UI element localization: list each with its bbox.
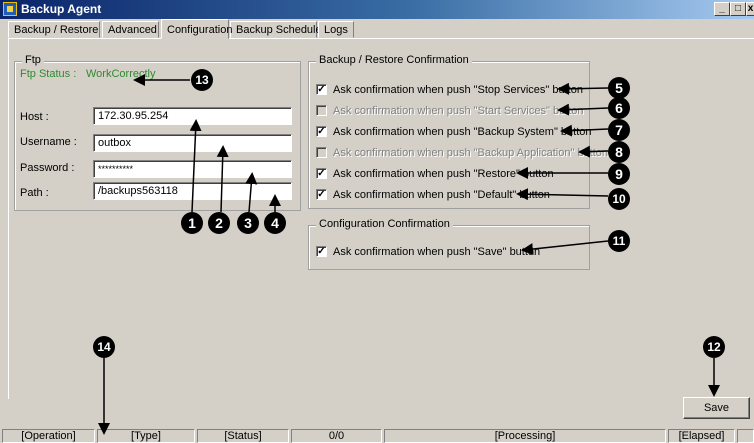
save-button[interactable]: Save	[683, 397, 750, 419]
password-input[interactable]: **********	[93, 160, 292, 178]
ftp-group: Ftp Ftp Status : WorkCorrectly Host : 17…	[14, 54, 301, 211]
check-icon: ✓	[317, 84, 326, 95]
tab-configuration[interactable]: Configuration	[161, 19, 232, 39]
checkbox-box[interactable]: ✓	[316, 189, 327, 200]
password-label: Password :	[20, 162, 75, 174]
checkbox-box[interactable]: ✓	[316, 126, 327, 137]
check-icon: ✓	[317, 189, 326, 200]
configuration-confirmation-group: Configuration Confirmation ✓ Ask confirm…	[308, 218, 590, 270]
ftp-legend: Ftp	[22, 54, 44, 66]
checkbox-box[interactable]	[316, 105, 327, 116]
app-icon	[3, 2, 17, 16]
checkbox-box[interactable]: ✓	[316, 168, 327, 179]
tab-backup-restore[interactable]: Backup / Restore	[8, 21, 100, 38]
check-icon: ✓	[317, 168, 326, 179]
minimize-button[interactable]: _	[714, 2, 730, 16]
status-operation: [Operation]	[2, 429, 95, 443]
checkbox-box[interactable]: ✓	[316, 246, 327, 257]
checkbox-label: Ask confirmation when push "Default" but…	[333, 189, 550, 201]
status-extra	[737, 429, 754, 443]
status-elapsed: [Elapsed]	[668, 429, 735, 443]
close-button[interactable]: x	[746, 2, 754, 16]
backup-agent-window: Backup Agent _ □ x Backup / Restore Adva…	[0, 0, 754, 443]
host-input[interactable]: 172.30.95.254	[93, 107, 292, 125]
checkbox-label: Ask confirmation when push "Backup Appli…	[333, 147, 609, 159]
ftp-status-label: Ftp Status :	[20, 68, 77, 80]
window-title: Backup Agent	[21, 2, 102, 16]
username-label: Username :	[20, 136, 77, 148]
status-processing: [Processing]	[384, 429, 666, 443]
tab-logs[interactable]: Logs	[318, 21, 354, 38]
ftp-status-value: WorkCorrectly	[86, 68, 156, 80]
checkbox-label: Ask confirmation when push "Save" button	[333, 246, 541, 258]
username-input[interactable]: outbox	[93, 134, 292, 152]
host-label: Host :	[20, 111, 49, 123]
backup-restore-confirmation-group: Backup / Restore Confirmation ✓ Ask conf…	[308, 54, 608, 209]
configuration-confirmation-legend: Configuration Confirmation	[316, 218, 453, 230]
check-icon: ✓	[317, 246, 326, 257]
checkbox-box[interactable]	[316, 147, 327, 158]
checkbox-label: Ask confirmation when push "Restore" but…	[333, 168, 554, 180]
backup-restore-confirmation-legend: Backup / Restore Confirmation	[316, 54, 472, 66]
status-bar: [Operation] [Type] [Status] 0/0 [Process…	[0, 428, 754, 443]
checkbox-label: Ask confirmation when push "Backup Syste…	[333, 126, 592, 138]
check-icon: ✓	[317, 126, 326, 137]
path-input[interactable]: /backups563118	[93, 182, 292, 200]
tab-backup-schedule[interactable]: Backup Schedule	[230, 21, 322, 38]
status-status: [Status]	[197, 429, 289, 443]
tab-advanced[interactable]: Advanced	[102, 21, 159, 38]
status-progress-count: 0/0	[291, 429, 382, 443]
path-label: Path :	[20, 187, 49, 199]
status-type: [Type]	[97, 429, 195, 443]
checkbox-label: Ask confirmation when push "Stop Service…	[333, 84, 583, 96]
checkbox-label: Ask confirmation when push "Start Servic…	[333, 105, 584, 117]
maximize-button[interactable]: □	[730, 2, 746, 16]
title-bar[interactable]: Backup Agent _ □ x	[0, 0, 754, 19]
checkbox-box[interactable]: ✓	[316, 84, 327, 95]
